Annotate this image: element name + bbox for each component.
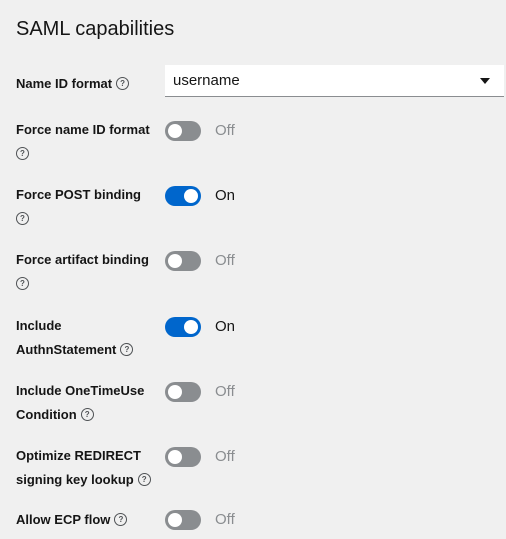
setting-label: Optimize REDIRECT signing key lookup?	[16, 444, 166, 492]
toggle-force-post-binding[interactable]	[165, 186, 201, 206]
name-id-format-label: Name ID format?	[16, 72, 156, 96]
name-id-format-label-text: Name ID format	[16, 76, 113, 91]
name-id-format-value: username	[173, 72, 240, 89]
setting-label-line2: signing key lookup	[16, 472, 134, 487]
setting-label: Force POST binding ?	[16, 183, 156, 231]
help-icon[interactable]: ?	[80, 408, 94, 422]
help-icon[interactable]: ?	[16, 147, 29, 161]
toggle-state-label: Off	[215, 383, 235, 400]
help-icon[interactable]: ?	[116, 77, 130, 91]
setting-label: Force artifact binding ?	[16, 248, 156, 296]
setting-label-line1: Include OneTimeUse	[16, 383, 145, 398]
toggle-knob	[184, 189, 198, 203]
toggle-state-label: Off	[215, 122, 235, 139]
saml-capabilities-panel: SAML capabilities Name ID format? userna…	[0, 0, 506, 539]
help-icon[interactable]: ?	[120, 343, 134, 357]
chevron-down-icon	[480, 78, 490, 84]
toggle-include-authn-statement[interactable]	[165, 317, 201, 337]
help-icon[interactable]: ?	[137, 473, 151, 487]
setting-label: Allow ECP flow?	[16, 508, 156, 532]
setting-label: Force name ID format ?	[16, 118, 156, 166]
setting-label-line1: Force POST binding	[16, 187, 141, 202]
toggle-knob	[168, 450, 182, 464]
setting-label: Include AuthnStatement?	[16, 314, 156, 362]
help-icon[interactable]: ?	[16, 212, 29, 226]
toggle-knob	[168, 254, 182, 268]
toggle-knob	[184, 320, 198, 334]
toggle-state-label: Off	[215, 511, 235, 528]
setting-label-line1: Force name ID format	[16, 122, 150, 137]
name-id-format-select[interactable]: username	[165, 65, 504, 97]
toggle-state-label: On	[215, 318, 236, 335]
toggle-state-label: On	[215, 187, 236, 204]
toggle-optimize-redirect[interactable]	[165, 447, 201, 467]
toggle-include-onetimeuse-condition[interactable]	[165, 382, 201, 402]
toggle-knob	[168, 385, 182, 399]
setting-label-line2: AuthnStatement	[16, 342, 117, 357]
toggle-state-label: Off	[215, 252, 235, 269]
toggle-knob	[168, 124, 182, 138]
setting-label-line1: Include	[16, 318, 62, 333]
setting-label-line1: Force artifact binding	[16, 252, 149, 267]
setting-label-line1: Allow ECP flow	[16, 512, 111, 527]
setting-label: Include OneTimeUse Condition?	[16, 379, 156, 427]
setting-label-line2: Condition	[16, 407, 77, 422]
toggle-force-artifact-binding[interactable]	[165, 251, 201, 271]
name-id-format-row: Name ID format? username	[0, 65, 506, 100]
toggle-force-name-id-format[interactable]	[165, 121, 201, 141]
toggle-allow-ecp-flow[interactable]	[165, 510, 201, 530]
toggle-knob	[168, 513, 182, 527]
setting-label-line1: Optimize REDIRECT	[16, 448, 141, 463]
toggle-state-label: Off	[215, 448, 235, 465]
help-icon[interactable]: ?	[114, 513, 128, 527]
help-icon[interactable]: ?	[16, 277, 29, 291]
section-title: SAML capabilities	[16, 18, 175, 40]
